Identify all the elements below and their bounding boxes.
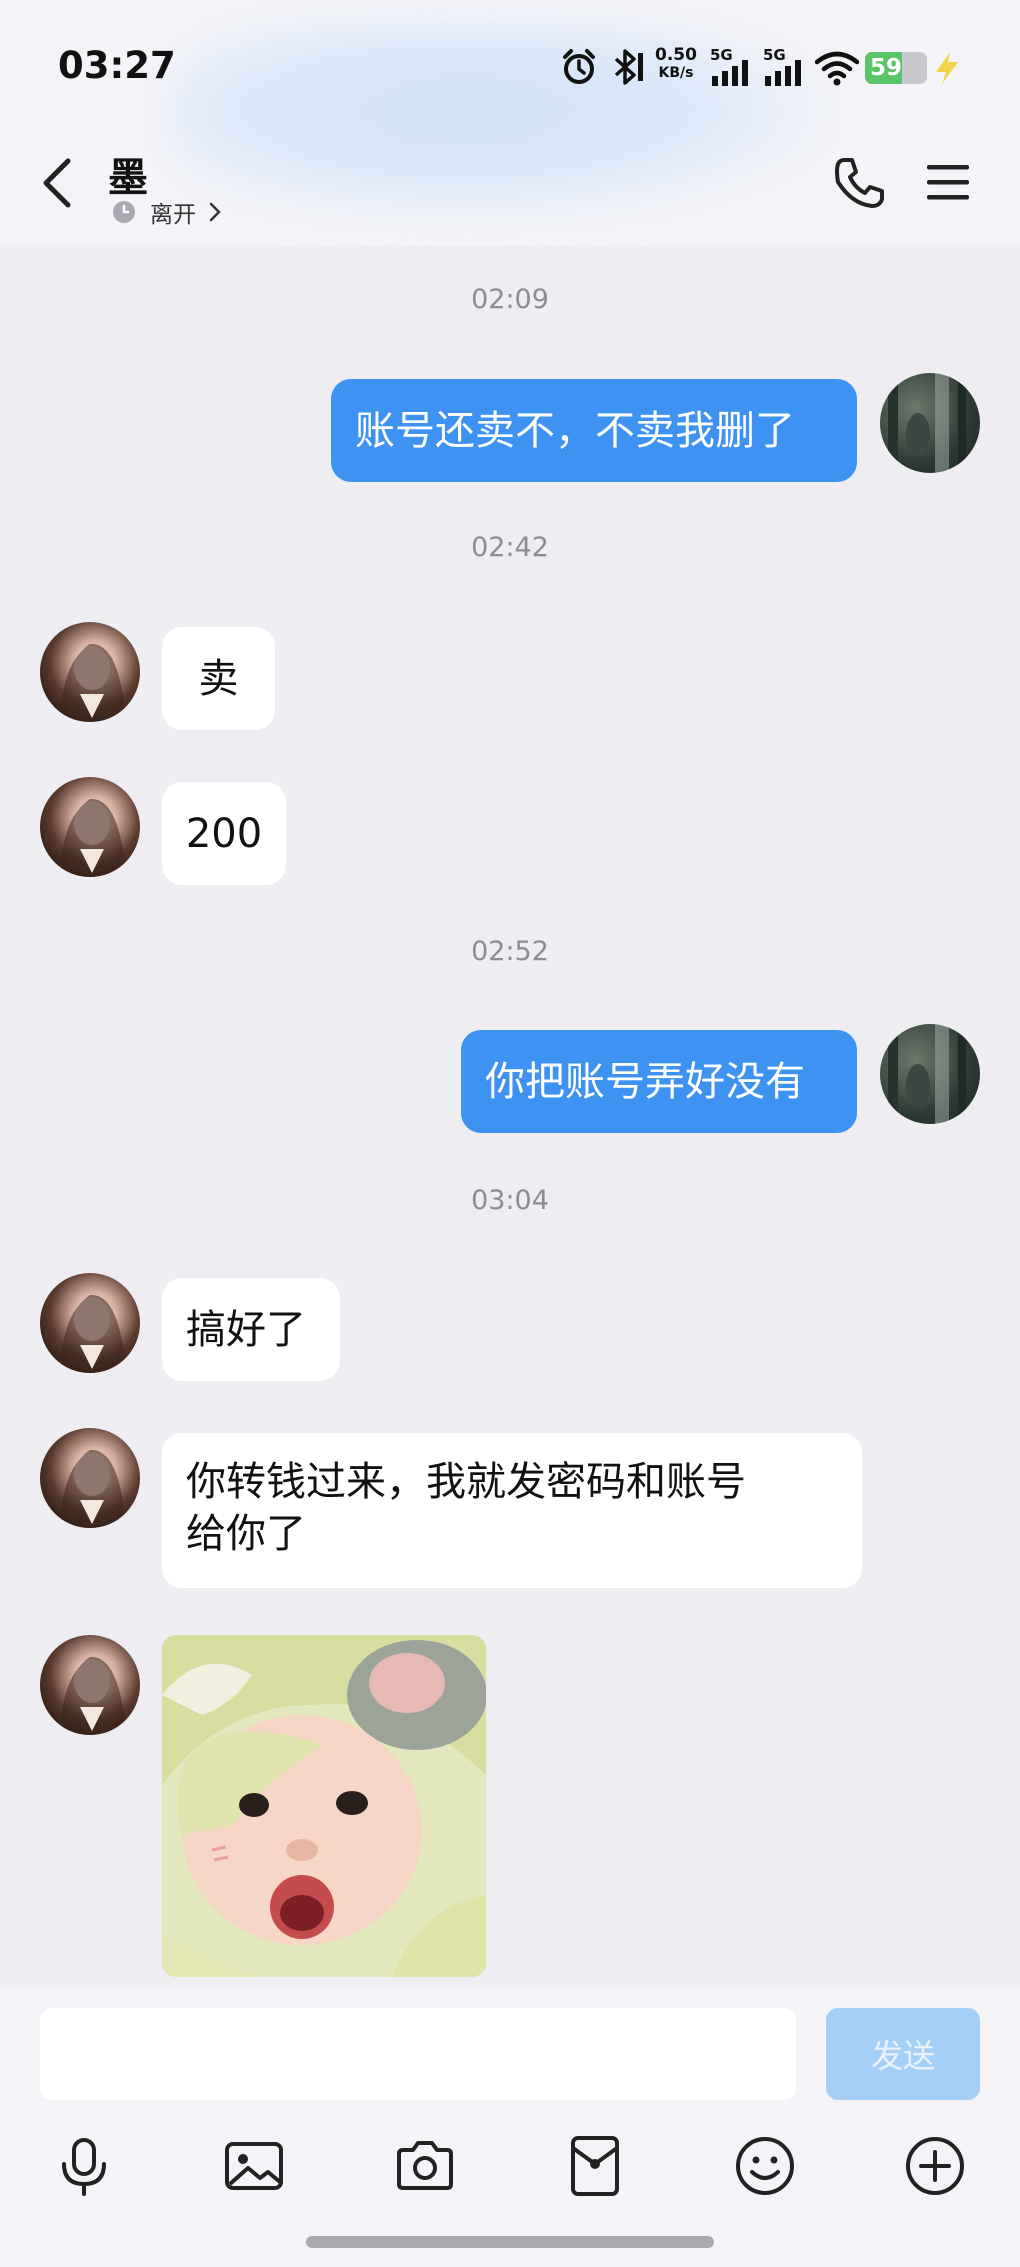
message-bubble-received[interactable]: 搞好了 <box>162 1278 340 1381</box>
avatar-contact-image <box>60 798 126 877</box>
message-text-line-1: 你转钱过来，我就发密码和账号 <box>186 1459 746 1505</box>
message-text: 搞好了 <box>186 1306 306 1353</box>
phone-call-button[interactable] <box>832 156 886 210</box>
microphone-icon[interactable] <box>52 2134 116 2198</box>
avatar-contact[interactable] <box>40 1273 140 1373</box>
avatar-contact[interactable] <box>40 622 140 722</box>
message-bubble-sent[interactable]: 账号还卖不，不卖我删了 <box>331 379 857 482</box>
sticker-image[interactable] <box>162 1635 486 1977</box>
timestamp: 03:04 <box>471 1185 549 1216</box>
red-packet-icon[interactable] <box>563 2134 627 2198</box>
avatar-self-image <box>888 1024 966 1124</box>
signal-strength-icon: 5G <box>710 46 754 86</box>
message-text: 账号还卖不，不卖我删了 <box>355 407 795 454</box>
plus-icon[interactable] <box>903 2134 967 2198</box>
wifi-icon <box>815 51 859 86</box>
battery-level: 59 <box>869 55 902 81</box>
message-bubble-received[interactable]: 你转钱过来，我就发密码和账号 给你了 <box>162 1433 862 1588</box>
timestamp: 02:52 <box>471 936 549 967</box>
message-text-line-2: 给你了 <box>186 1511 306 1557</box>
camera-icon[interactable] <box>393 2134 457 2198</box>
message-text: 卖 <box>198 655 239 702</box>
timestamp: 02:09 <box>471 284 549 315</box>
avatar-contact-image <box>60 1656 126 1735</box>
image-icon[interactable] <box>222 2134 286 2198</box>
send-button[interactable]: 发送 <box>826 2008 980 2100</box>
alarm-icon <box>563 49 595 84</box>
signal-bars-icon-2 <box>765 60 801 86</box>
emoji-icon[interactable] <box>733 2134 797 2198</box>
avatar-contact-image <box>60 1449 126 1528</box>
avatar-contact[interactable] <box>40 1635 140 1735</box>
top-bar: 03:27 0.50 KB/s 5G 5G 59 墨 离开 <box>0 0 1020 245</box>
presence-status[interactable]: 离开 <box>112 197 222 228</box>
network-speed-unit: KB/s <box>658 65 694 81</box>
avatar-contact[interactable] <box>40 1428 140 1528</box>
avatar-contact-image <box>60 1294 126 1373</box>
message-text: 200 <box>185 810 263 857</box>
status-time: 03:27 <box>58 44 176 87</box>
message-bubble-sent[interactable]: 你把账号弄好没有 <box>461 1030 857 1133</box>
chat-screen: 03:27 0.50 KB/s 5G 5G 59 墨 离开 02:09 账号还卖… <box>0 0 1020 2267</box>
avatar-self-image <box>888 373 966 473</box>
network-speed-value: 0.50 <box>655 45 697 65</box>
avatar-contact[interactable] <box>40 777 140 877</box>
message-bubble-received[interactable]: 卖 <box>162 627 275 730</box>
chevron-right-icon <box>209 202 221 222</box>
menu-button[interactable] <box>925 162 971 202</box>
charging-bolt-icon <box>936 52 958 84</box>
signal-bars-icon <box>712 60 748 86</box>
signal-strength-icon-2: 5G <box>763 46 807 86</box>
contact-name[interactable]: 墨 <box>108 145 148 203</box>
presence-label: 离开 <box>150 202 196 228</box>
avatar-self[interactable] <box>880 1024 980 1124</box>
avatar-self[interactable] <box>880 373 980 473</box>
clock-icon <box>113 201 135 223</box>
bluetooth-icon <box>614 49 643 85</box>
network-speed: 0.50 KB/s <box>655 46 697 82</box>
avatar-contact-image <box>60 643 126 722</box>
message-input[interactable] <box>40 2008 796 2100</box>
timestamp: 02:42 <box>471 532 549 563</box>
message-text: 你把账号弄好没有 <box>485 1058 805 1105</box>
battery-indicator: 59 <box>865 52 927 84</box>
baby-sticker-graphic <box>162 1635 486 1977</box>
back-button[interactable] <box>38 155 78 211</box>
home-indicator[interactable] <box>306 2236 714 2248</box>
message-bubble-received[interactable]: 200 <box>162 782 286 885</box>
